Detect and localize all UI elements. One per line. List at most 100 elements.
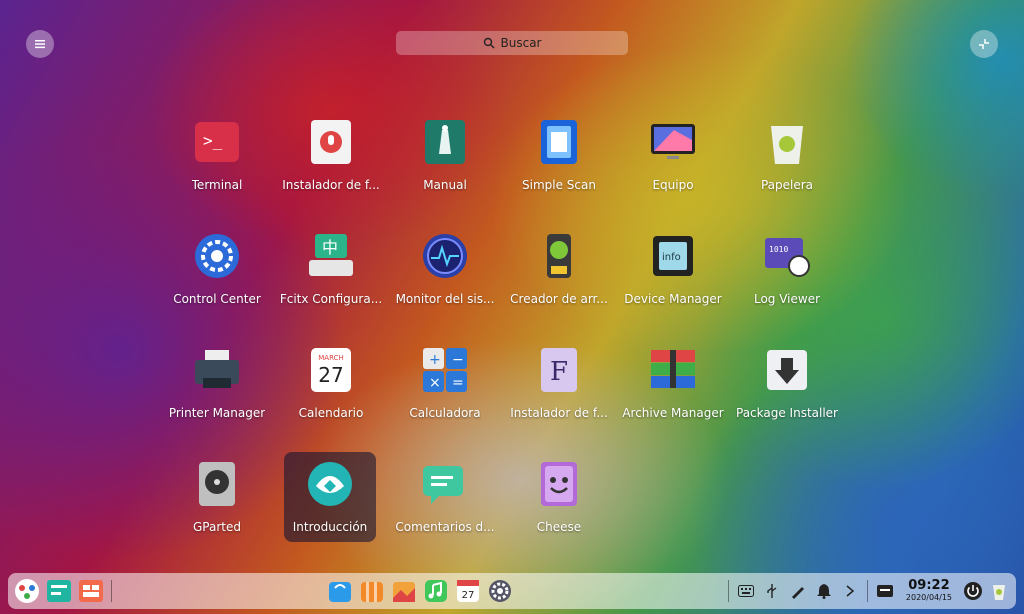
gear-icon (488, 580, 511, 602)
dock-calendar[interactable]: 27 (455, 578, 481, 604)
app-label: Cheese (536, 520, 582, 534)
app-label: Device Manager (624, 292, 722, 306)
search-icon (483, 37, 494, 49)
app-device-manager[interactable]: info Device Manager (616, 224, 730, 314)
app-simple-scan[interactable]: Simple Scan (502, 110, 616, 200)
usb-tray[interactable] (761, 580, 783, 602)
search-box[interactable]: Buscar (396, 31, 628, 55)
app-label: Simple Scan (522, 178, 596, 192)
trash-icon (763, 118, 811, 166)
app-control-center[interactable]: Control Center (160, 224, 274, 314)
app-label: Comentarios d... (395, 520, 495, 534)
notification-tray[interactable] (813, 580, 835, 602)
app-label: Instalador de f... (282, 178, 380, 192)
dock: 27 09:22 2020/04/15 (8, 573, 1016, 609)
app-log-viewer[interactable]: 1010 Log Viewer (730, 224, 844, 314)
fcitx-icon: 中 (307, 232, 355, 280)
app-calendar[interactable]: MARCH 27 Calendario (274, 338, 388, 428)
calculator-icon: + − × = (421, 346, 469, 394)
calendar-day: 27 (318, 363, 343, 387)
multitask-icon (47, 580, 71, 602)
app-font-installer[interactable]: F Instalador de f... (502, 338, 616, 428)
app-gparted[interactable]: GParted (160, 452, 274, 542)
launcher-icon (15, 579, 39, 603)
onboard-keyboard-tray[interactable] (874, 580, 896, 602)
app-equipo[interactable]: Equipo (616, 110, 730, 200)
svg-text:1010: 1010 (769, 245, 788, 254)
clock-date: 2020/04/15 (905, 593, 953, 602)
dock-separator (727, 580, 729, 602)
dock-separator (866, 580, 868, 602)
app-archive-manager[interactable]: Archive Manager (616, 338, 730, 428)
category-view-button[interactable] (26, 30, 54, 58)
app-label: Monitor del sis... (395, 292, 495, 306)
power-button[interactable] (962, 580, 984, 602)
device-manager-icon: info (649, 232, 697, 280)
app-terminal[interactable]: >_ Terminal (160, 110, 274, 200)
app-system-monitor[interactable]: Monitor del sis... (388, 224, 502, 314)
svg-text:中: 中 (322, 238, 338, 257)
app-feedback[interactable]: Comentarios d... (388, 452, 502, 542)
trash-dock-icon (993, 585, 1006, 600)
collapse-icon (979, 39, 989, 49)
app-boot-maker[interactable]: Creador de arr... (502, 224, 616, 314)
svg-text:×: × (429, 375, 441, 391)
app-trash[interactable]: Papelera (730, 110, 844, 200)
dock-music-box[interactable] (359, 578, 385, 604)
launcher-button[interactable] (14, 578, 40, 604)
app-label: Printer Manager (168, 406, 266, 420)
app-label: Calendario (298, 406, 364, 420)
dock-app-store[interactable] (327, 578, 353, 604)
manual-icon (421, 118, 469, 166)
app-label: Manual (423, 178, 467, 192)
screenshot-tray[interactable] (787, 580, 809, 602)
svg-text:info: info (662, 252, 681, 263)
terminal-icon: >_ (193, 118, 241, 166)
boot-maker-icon (535, 232, 583, 280)
workspace-icon (79, 580, 103, 602)
svg-text:=: = (452, 375, 464, 391)
app-manual[interactable]: Manual (388, 110, 502, 200)
svg-text:>_: >_ (203, 131, 223, 150)
usb-icon (767, 584, 777, 598)
app-label: Introducción (292, 520, 368, 534)
app-printer-manager[interactable]: Printer Manager (160, 338, 274, 428)
search-placeholder: Buscar (500, 36, 542, 50)
calendar-dock-icon: 27 (456, 580, 479, 602)
keyboard-tray[interactable] (735, 580, 757, 602)
music-box-icon (360, 582, 383, 602)
workspace-button[interactable] (78, 578, 104, 604)
image-viewer-icon (392, 582, 415, 602)
app-fcitx[interactable]: 中 Fcitx Configura... (274, 224, 388, 314)
keyboard-icon (737, 585, 754, 597)
computer-icon (649, 118, 697, 166)
calendar-month: MARCH (318, 354, 344, 362)
app-cheese[interactable]: Cheese (502, 452, 616, 542)
control-center-icon (193, 232, 241, 280)
app-introduction[interactable]: Introducción (284, 452, 376, 542)
svg-text:−: − (452, 352, 464, 368)
clock[interactable]: 09:22 2020/04/15 (906, 579, 952, 603)
dock-control-center[interactable] (487, 578, 513, 604)
trash-dock[interactable] (988, 580, 1010, 602)
calendar-icon: MARCH 27 (307, 346, 355, 394)
multitask-button[interactable] (46, 578, 72, 604)
tray-expand-button[interactable] (839, 580, 861, 602)
app-package-installer[interactable]: Package Installer (730, 338, 844, 428)
archive-icon (649, 346, 697, 394)
log-viewer-icon: 1010 (763, 232, 811, 280)
app-label: Papelera (760, 178, 814, 192)
app-label: Terminal (191, 178, 243, 192)
scan-icon (535, 118, 583, 166)
power-icon (964, 582, 983, 600)
app-installer[interactable]: Instalador de f... (274, 110, 388, 200)
app-calculator[interactable]: + − × = Calculadora (388, 338, 502, 428)
minimize-launcher-button[interactable] (970, 30, 998, 58)
cheese-icon (535, 460, 583, 508)
dock-image-viewer[interactable] (391, 578, 417, 604)
dock-music[interactable] (423, 578, 449, 604)
svg-text:F: F (550, 357, 568, 387)
svg-text:+: + (429, 352, 441, 368)
font-installer-icon: F (535, 346, 583, 394)
app-label: Equipo (652, 178, 694, 192)
